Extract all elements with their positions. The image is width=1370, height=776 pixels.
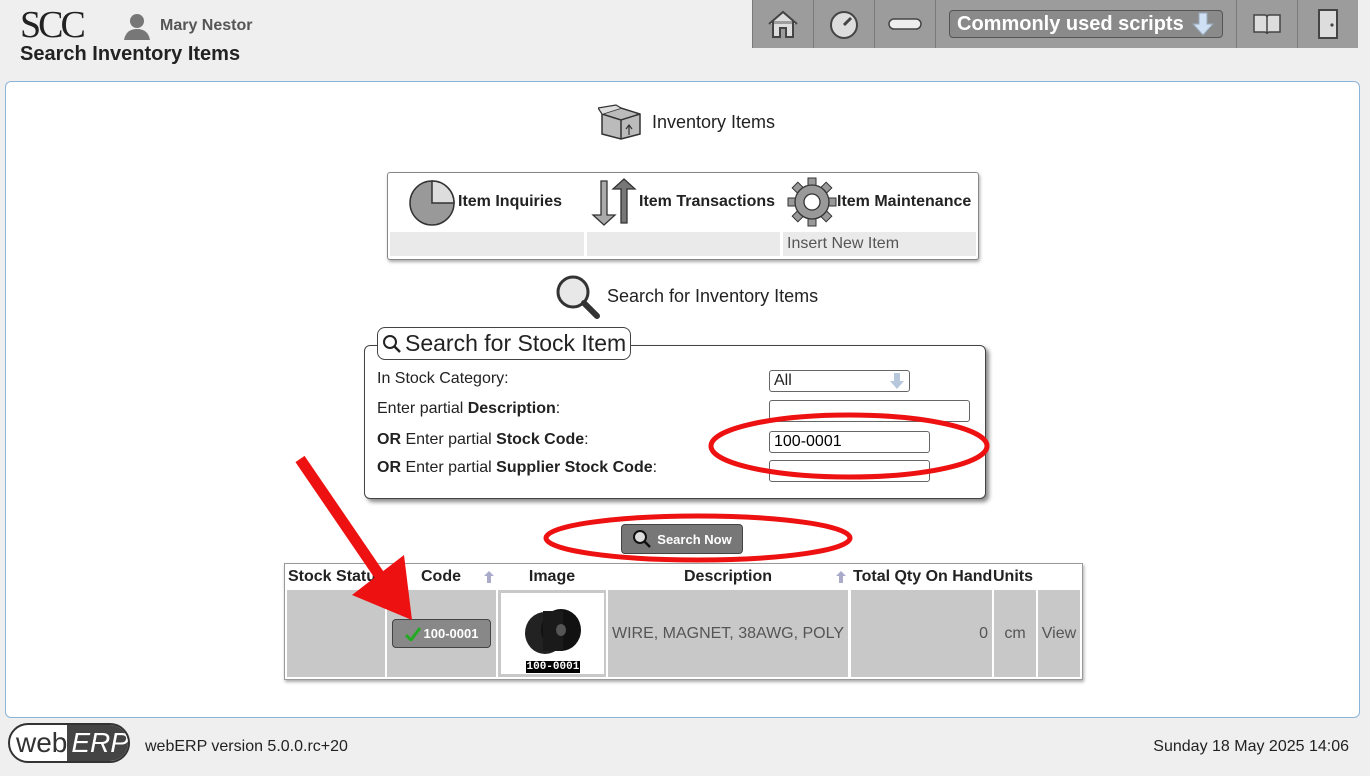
search-form-legend: Search for Stock Item [377,327,632,360]
main-panel: Inventory Items Item Inquiries Item Tran… [5,81,1360,718]
search-icon [383,334,401,353]
stock-code-label: OR Enter partial Stock Code: [377,431,589,448]
item-maintenance-header: Item Maintenance [787,177,971,227]
gear-icon [787,177,837,227]
supplier-code-input[interactable] [769,460,930,482]
home-button[interactable] [752,0,813,48]
version-text: webERP version 5.0.0.rc+20 [145,738,348,755]
inventory-menu: Item Inquiries Item Transactions Item Ma… [387,172,979,260]
category-label: In Stock Category: [377,370,509,387]
inquiries-cell [390,232,584,256]
item-code: 100-0001 [423,626,479,641]
item-transactions-header: Item Transactions [589,177,775,227]
up-down-arrows-icon [591,178,637,226]
cell-total-qty: 0 [851,590,992,677]
header-description[interactable]: Description [608,566,848,587]
header-total-qty: Total Qty On Hand [853,568,993,585]
date-time: Sunday 18 May 2025 14:06 [1153,738,1349,755]
toolbar: Commonly used scripts [752,0,1358,48]
select-item-button[interactable]: 100-0001 [392,619,491,648]
user-name: Mary Nestor [160,17,253,34]
section-title-text: Inventory Items [652,111,776,132]
cell-image: 100-0001 [498,590,606,677]
category-select[interactable]: All [769,370,910,392]
header-image: Image [528,568,576,585]
stock-code-input[interactable] [769,431,930,453]
user-info[interactable]: Mary Nestor [122,12,252,40]
toggle-button[interactable] [874,0,935,48]
manual-icon [1253,14,1281,35]
home-icon [768,10,798,38]
search-icon [633,530,652,548]
item-transactions-label: Item Transactions [639,193,776,210]
scripts-label: Commonly used scripts [957,12,1184,35]
category-value: All [774,372,792,389]
search-now-label: Search Now [657,531,732,547]
header-units: Units [993,568,1033,585]
item-image[interactable]: 100-0001 [500,593,604,674]
logout-icon [1318,9,1338,39]
sort-arrow-icon [836,571,846,583]
magnifier-icon [556,275,600,319]
search-form: Search for Stock Item In Stock Category:… [364,327,986,499]
weberp-logo: web ERP [8,723,130,763]
cell-units: cm [994,590,1036,677]
logout-button[interactable] [1297,0,1358,48]
item-inquiries-label: Item Inquiries [458,193,563,210]
dashboard-icon [830,11,858,39]
manual-button[interactable] [1236,0,1297,48]
cell-code: 100-0001 [387,590,496,677]
scripts-dropdown[interactable]: Commonly used scripts [935,0,1236,48]
legend-text: Search for Stock Item [405,330,627,356]
toggle-icon [888,18,922,30]
arrow-down-icon [1191,12,1214,36]
search-section-title: Search for Inventory Items [553,272,818,320]
wire-spool-icon [524,609,581,654]
checkmark-icon [404,626,421,641]
dashboard-button[interactable] [813,0,874,48]
user-icon [124,14,150,40]
header-stock-status[interactable]: Stock Status [285,566,386,587]
header-code[interactable]: Code [386,566,496,587]
supplier-code-label: OR Enter partial Supplier Stock Code: [377,459,658,476]
sort-arrow-icon [484,571,494,583]
item-maintenance-label: Item Maintenance [837,193,972,210]
view-link[interactable]: View [1038,590,1080,677]
image-caption: 100-0001 [525,661,581,673]
pie-chart-icon [409,180,455,226]
logo-erp: ERP [67,725,128,761]
cell-description: WIRE, MAGNET, 38AWG, POLY [608,590,848,677]
inventory-section-title: Inventory Items [598,104,775,140]
transactions-cell [587,232,780,256]
arrow-down-icon [890,373,904,389]
description-input[interactable] [769,400,970,422]
logo-web: web [16,727,68,758]
company-logo: SCC [20,4,86,46]
box-icon [598,104,641,140]
cell-stock-status [287,590,385,677]
search-section-text: Search for Inventory Items [607,285,819,306]
item-inquiries-header: Item Inquiries [408,177,562,227]
insert-new-item-link[interactable]: Insert New Item [783,232,976,256]
page-title: Search Inventory Items [20,43,241,65]
search-now-button[interactable]: Search Now [621,524,743,554]
description-label: Enter partial Description: [377,400,561,417]
results-table: Stock Status Code Image Description Tota… [284,563,1083,680]
